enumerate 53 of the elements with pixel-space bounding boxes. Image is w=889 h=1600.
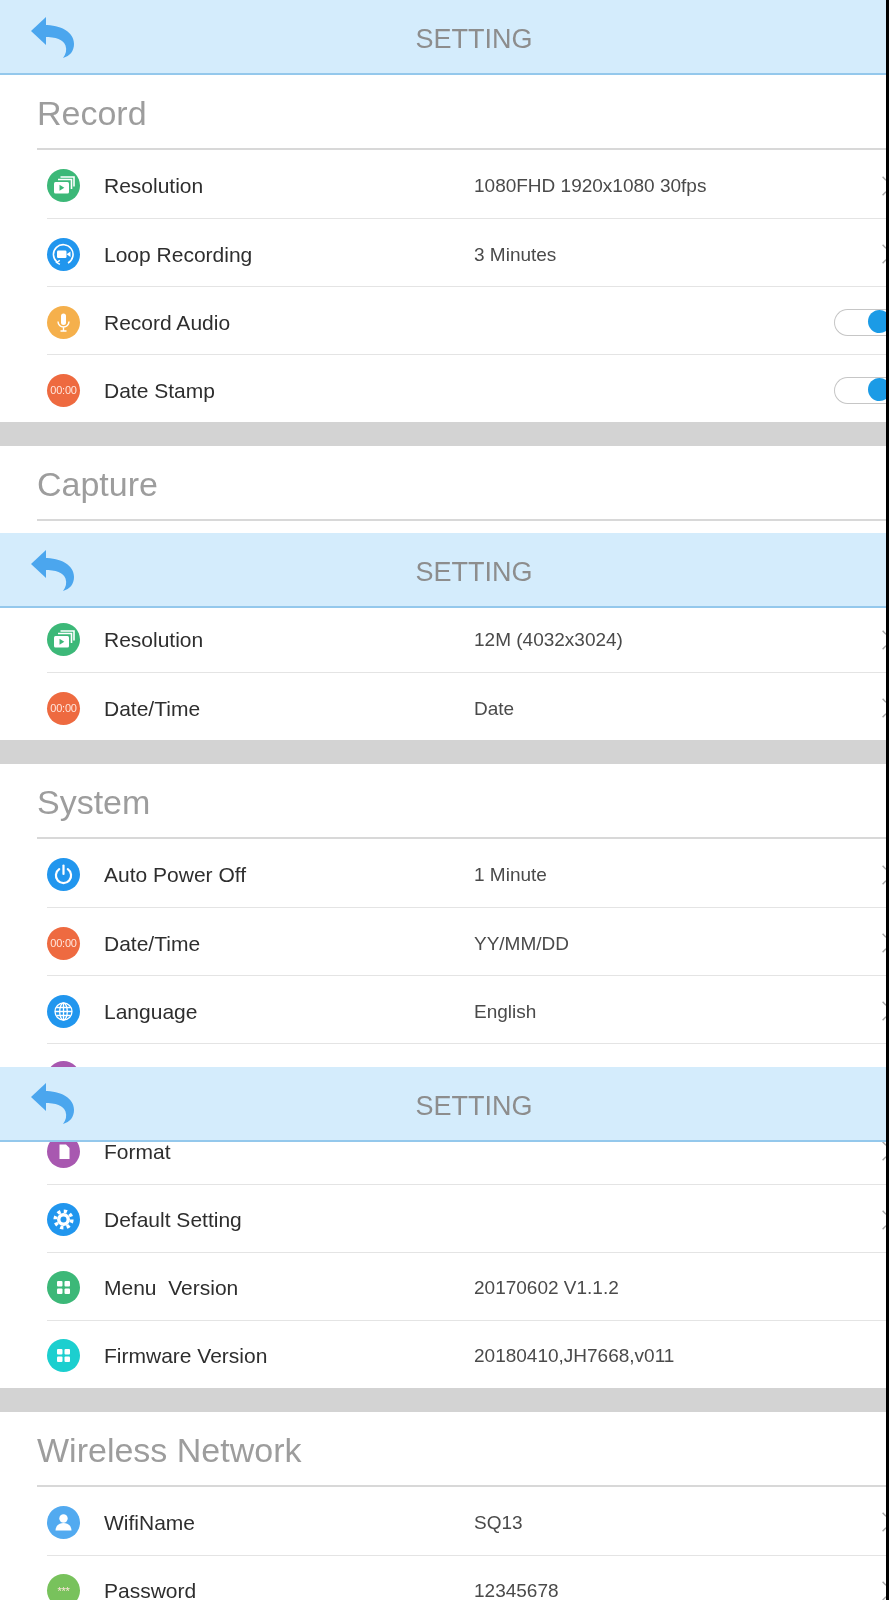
setting-label: Default Setting — [104, 1209, 242, 1231]
chevron-icon[interactable] — [882, 1580, 886, 1600]
chevron-icon[interactable] — [882, 1209, 886, 1230]
section-title: Wireless Network — [37, 1430, 302, 1470]
chevron-icon[interactable] — [882, 1512, 886, 1533]
setting-label: Date Stamp — [104, 379, 215, 401]
toggle-switch[interactable] — [834, 376, 886, 404]
chevron-icon[interactable] — [882, 698, 886, 719]
setting-value: 3 Minutes — [474, 244, 557, 264]
setting-label: Record Audio — [104, 311, 231, 333]
setting-label: Resolution — [104, 629, 204, 651]
text-badge-icon: *** — [47, 1574, 80, 1600]
text-badge-icon: 00:00 — [47, 373, 80, 407]
setting-value: 20170602 V1.1.2 — [474, 1278, 619, 1298]
back-icon[interactable] — [31, 1082, 75, 1125]
setting-label: Firmware Version — [104, 1345, 268, 1367]
setting-value: 1 Minute — [474, 865, 547, 885]
chevron-icon[interactable] — [882, 933, 886, 954]
chevron-icon[interactable] — [882, 864, 886, 885]
setting-label: Format — [104, 1141, 171, 1162]
setting-label: WifiName — [104, 1511, 195, 1533]
section-title: Record — [37, 93, 147, 134]
back-icon[interactable] — [31, 548, 75, 591]
setting-label: Resolution — [104, 175, 204, 196]
setting-label: Date/Time — [104, 697, 201, 719]
chevron-icon[interactable] — [882, 1001, 886, 1022]
setting-label: Date/Time — [104, 932, 201, 954]
setting-label: Language — [104, 1000, 198, 1022]
back-icon[interactable] — [31, 15, 75, 58]
chevron-icon[interactable] — [882, 629, 886, 650]
section-title: System — [37, 783, 151, 823]
screen-title: SETTING — [415, 1090, 533, 1122]
text-badge-icon: 00:00 — [47, 691, 80, 725]
section-title: Capture — [37, 464, 158, 505]
setting-value: 12M (4032x3024) — [474, 630, 623, 650]
screen-title: SETTING — [415, 557, 533, 589]
chevron-icon[interactable] — [882, 175, 886, 196]
setting-value: 12345678 — [474, 1581, 559, 1600]
setting-label: Password — [104, 1580, 197, 1600]
setting-value: 20180410,JH7668,v011 — [474, 1346, 675, 1366]
text-badge-icon: 00:00 — [47, 926, 80, 960]
chevron-icon[interactable] — [882, 1141, 886, 1162]
chevron-icon[interactable] — [882, 244, 886, 264]
setting-value: YY/MM/DD — [474, 933, 569, 953]
setting-label: Menu Version — [104, 1277, 239, 1299]
setting-value: 1080FHD 1920x1080 30fps — [474, 176, 707, 195]
setting-label: Loop Recording — [104, 243, 253, 265]
setting-value: SQ13 — [474, 1512, 523, 1532]
setting-value: English — [474, 1001, 537, 1021]
screen-title: SETTING — [415, 23, 533, 55]
setting-label: Auto Power Off — [104, 864, 247, 886]
setting-value: Date — [474, 698, 515, 718]
toggle-switch[interactable] — [834, 308, 886, 336]
